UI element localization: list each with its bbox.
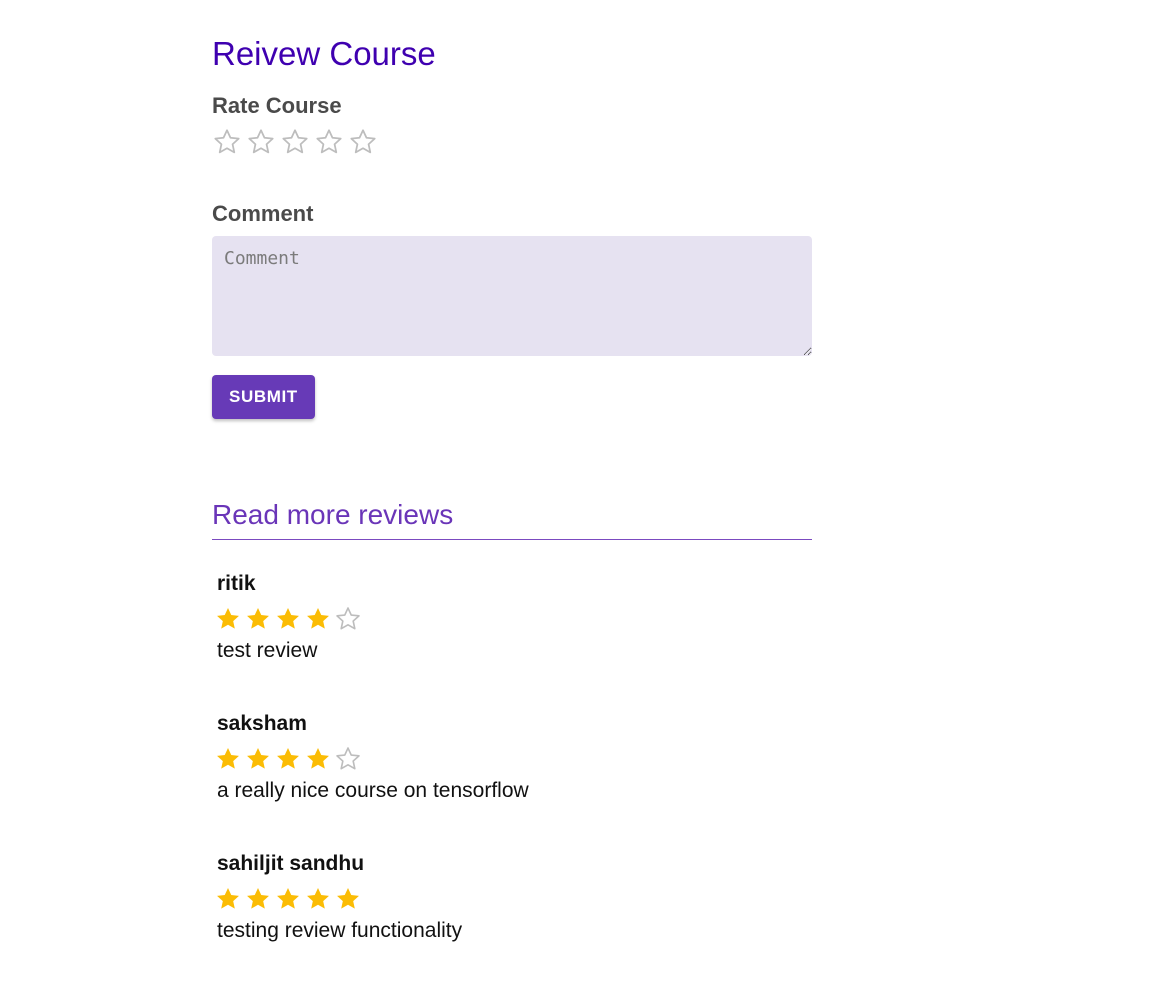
star-outline-icon	[350, 129, 376, 154]
review-item: ritik test review	[212, 570, 812, 666]
rating-input	[212, 124, 812, 160]
star-filled-icon	[307, 608, 329, 629]
star-outline-icon	[336, 747, 360, 770]
rate-star-button[interactable]	[246, 127, 276, 157]
rate-star-button[interactable]	[280, 127, 310, 157]
star-filled-icon	[217, 608, 239, 629]
review-text: test review	[217, 639, 318, 662]
star-outline-icon	[214, 129, 240, 154]
read-more-reviews-title: Read more reviews	[212, 495, 812, 540]
submit-button[interactable]: SUBMIT	[212, 375, 315, 419]
review-rating	[214, 604, 812, 634]
review-rating	[214, 744, 812, 774]
star-filled-icon	[277, 748, 299, 769]
star-filled-icon	[337, 888, 359, 909]
comment-label: Comment	[212, 201, 314, 226]
star-filled-icon	[277, 888, 299, 909]
star-filled-icon	[277, 608, 299, 629]
review-author: ritik	[217, 572, 256, 595]
star-filled-icon	[247, 888, 269, 909]
star-outline-icon	[282, 129, 308, 154]
review-author: sahiljit sandhu	[217, 852, 365, 875]
review-item: saksham a really nice course on tensorflo…	[212, 710, 812, 806]
star-filled-icon	[217, 888, 239, 909]
rate-star-button[interactable]	[348, 127, 378, 157]
rate-course-label: Rate Course	[212, 93, 342, 118]
star-filled-icon	[307, 748, 329, 769]
review-list: ritik test review saksham a really nice cou…	[212, 570, 812, 946]
page-title: Reivew Course	[212, 35, 436, 72]
review-course-panel: Reivew Course Rate Course Comment SUBMIT…	[212, 30, 812, 990]
star-filled-icon	[307, 888, 329, 909]
review-text: testing review functionality	[217, 919, 463, 942]
star-filled-icon	[247, 748, 269, 769]
star-filled-icon	[217, 748, 239, 769]
rate-star-button[interactable]	[212, 127, 242, 157]
star-outline-icon	[248, 129, 274, 154]
comment-input[interactable]	[212, 236, 812, 356]
review-author: saksham	[217, 712, 307, 735]
rate-star-button[interactable]	[314, 127, 344, 157]
star-outline-icon	[336, 607, 360, 630]
star-outline-icon	[316, 129, 342, 154]
review-rating	[214, 884, 812, 914]
review-item: sahiljit sandhu testing review functional…	[212, 850, 812, 946]
star-filled-icon	[247, 608, 269, 629]
review-text: a really nice course on tensorflow	[217, 779, 529, 802]
